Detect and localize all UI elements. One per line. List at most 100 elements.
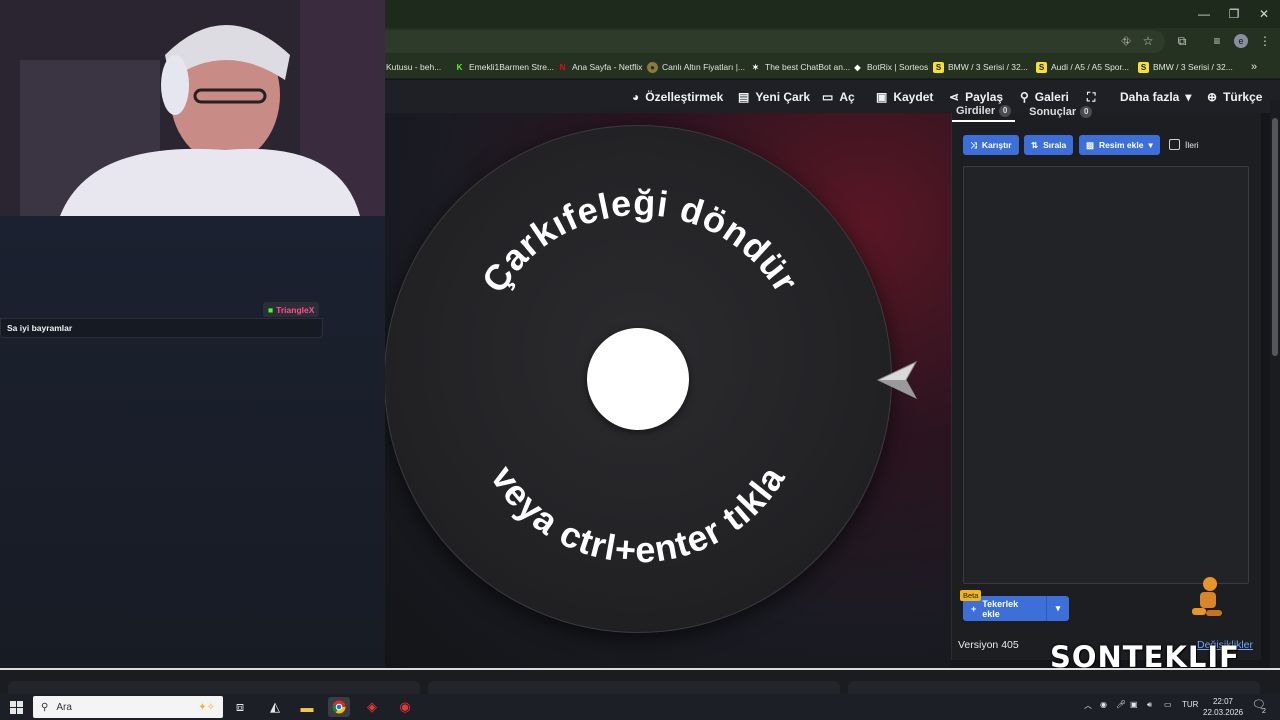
bookmark-item[interactable]: N Ana Sayfa - Netflix [557, 59, 643, 75]
chat-overlay [0, 216, 385, 668]
restore-icon[interactable]: ❐ [1219, 4, 1249, 24]
chrome-icon[interactable] [328, 697, 350, 717]
chat-username: ■ TriangleX [263, 302, 320, 317]
search-icon: ⚲ [1020, 90, 1029, 104]
obs-icon[interactable]: ◉ [394, 697, 416, 717]
copilot-icon[interactable]: ◭ [264, 697, 286, 717]
tray-chevron-icon[interactable]: ︿ [1084, 700, 1092, 711]
entries-textarea[interactable] [963, 166, 1249, 584]
network-icon[interactable]: ▭ [1164, 700, 1172, 709]
open-button[interactable]: ▭ Aç [822, 89, 855, 105]
kick-icon: ■ [268, 304, 274, 315]
bookmark-item[interactable]: S Audi / A5 / A5 Spor... [1036, 59, 1129, 75]
beta-badge: Beta [960, 590, 982, 601]
customize-button[interactable]: ◕ Özelleştirmek [632, 89, 723, 105]
bottom-card [8, 681, 420, 694]
svg-text:veya ctrl+enter tıkla: veya ctrl+enter tıkla [483, 458, 793, 570]
microphone-icon[interactable]: 🎤︎ [1116, 700, 1126, 709]
sahibinden-icon: S [933, 61, 944, 73]
share-icon: ⋖ [949, 90, 960, 104]
volume-icon[interactable]: 🔊︎ [1147, 700, 1152, 710]
media-control-icon[interactable]: ≡ [1208, 32, 1226, 50]
folder-open-icon: ▭ [822, 90, 834, 104]
tab-results[interactable]: Sonuçlar 0 [1025, 104, 1096, 122]
sparkle-icon: ✦✧ [198, 701, 215, 713]
image-icon: ▨ [1086, 139, 1095, 150]
caret-down-icon[interactable]: ▾ [1047, 603, 1069, 614]
entries-count-badge: 0 [999, 104, 1012, 117]
chatbot-icon: ✶ [752, 62, 759, 72]
plus-icon: + [971, 603, 977, 614]
fullscreen-button[interactable]: ⛶ [1087, 89, 1095, 105]
svg-text:Çarkıfeleği döndür: Çarkıfeleği döndür [473, 182, 807, 300]
new-wheel-button[interactable]: ▤ Yeni Çark [738, 89, 810, 105]
gallery-button[interactable]: ⚲ Galeri [1020, 89, 1069, 105]
gold-icon: ● [647, 61, 658, 73]
language-indicator[interactable]: TUR [1182, 700, 1198, 709]
more-menu-button[interactable]: Daha fazla ▾ [1120, 89, 1191, 105]
taskbar-clock[interactable]: 22:07 22.03.2026 [1203, 696, 1243, 718]
more-bookmarks-icon[interactable]: » [1251, 59, 1257, 75]
wheel-pointer-icon [876, 360, 918, 400]
windows-start-icon[interactable] [5, 697, 27, 717]
chat-message: Sa iyi bayramlar [0, 318, 323, 338]
wheel-top-text: Çarkıfeleği döndür [473, 182, 806, 300]
sort-icon: ⇅ [1031, 139, 1039, 150]
wheel-bottom-text: veya ctrl+enter tıkla [483, 458, 792, 570]
results-count-badge: 0 [1080, 105, 1093, 118]
bookmark-item[interactable]: K Emekli1Barmen Stre... [454, 59, 554, 75]
search-icon: ⚲ [41, 701, 49, 713]
mascot-icon [1192, 577, 1222, 616]
kick-icon: K [456, 62, 463, 72]
translate-icon[interactable]: ⛗ [1117, 32, 1135, 50]
task-view-icon[interactable]: ⧈ [229, 697, 251, 717]
bottom-card [848, 681, 1260, 694]
star-icon[interactable]: ☆ [1139, 32, 1157, 50]
advanced-checkbox[interactable] [1169, 139, 1180, 150]
profile-avatar[interactable]: e [1234, 34, 1248, 48]
taskbar-search[interactable]: ⚲ Ara ✦✧ [33, 696, 223, 718]
app-icon[interactable]: ◈ [361, 697, 383, 717]
botrix-icon: ◆ [854, 62, 861, 72]
menu-icon[interactable]: ⋮ [1256, 32, 1274, 50]
streamer-webcam-image [0, 0, 385, 216]
tray-app-icon[interactable]: ◉ [1100, 700, 1107, 709]
panel-tabs: Girdiler 0 Sonuçlar 0 [952, 104, 1096, 122]
add-image-button[interactable]: ▨ Resim ekle ▾ [1079, 135, 1160, 155]
caret-down-icon: ▾ [1185, 90, 1192, 104]
bookmark-item[interactable]: ◆ BotRix | Sorteos [852, 59, 928, 75]
sahibinden-icon: S [1138, 61, 1149, 73]
bookmark-item[interactable]: ● Canlı Altın Fiyatları |... [647, 59, 745, 75]
bookmark-item[interactable]: ✶ The best ChatBot an... [750, 59, 850, 75]
scrollbar-thumb[interactable] [1272, 118, 1278, 356]
bookmark-item[interactable]: S BMW / 3 Serisi / 32... [933, 59, 1028, 75]
fullscreen-icon: ⛶ [1087, 89, 1096, 104]
save-icon: ▣ [876, 90, 888, 104]
webcam-overlay [0, 0, 385, 216]
sort-button[interactable]: ⇅ Sırala [1024, 135, 1074, 155]
bookmark-item[interactable]: S BMW / 3 Serisi / 32... [1138, 59, 1233, 75]
file-icon: ▤ [738, 90, 750, 104]
caret-down-icon: ▾ [1148, 139, 1153, 150]
bookmark-item[interactable]: Kutusu - beh... [386, 59, 441, 75]
close-icon[interactable]: ✕ [1249, 4, 1279, 24]
address-bar[interactable] [380, 30, 1165, 53]
language-button[interactable]: ⊕ Türkçe [1207, 89, 1262, 105]
shuffle-button[interactable]: ⤨ Karıştır [963, 135, 1019, 155]
bottom-card [428, 681, 840, 694]
netflix-icon: N [559, 62, 566, 72]
extensions-icon[interactable]: ⧉ [1173, 32, 1191, 50]
share-button[interactable]: ⋖ Paylaş [949, 89, 1003, 105]
sahibinden-icon: S [1036, 61, 1047, 73]
shuffle-icon: ⤨ [970, 139, 977, 150]
file-explorer-icon[interactable]: ▬ [296, 697, 318, 717]
display-icon[interactable]: ▣ [1130, 700, 1138, 709]
save-button[interactable]: ▣ Kaydet [876, 89, 933, 105]
version-label: Versiyon 405 [958, 639, 1019, 651]
notification-count: 2 [1262, 708, 1266, 715]
minimize-icon[interactable]: — [1189, 4, 1219, 24]
advanced-toggle[interactable]: İleri [1169, 139, 1199, 150]
tab-entries[interactable]: Girdiler 0 [952, 104, 1016, 122]
globe-icon: ⊕ [1207, 90, 1218, 104]
wheel-hub[interactable] [587, 328, 689, 430]
